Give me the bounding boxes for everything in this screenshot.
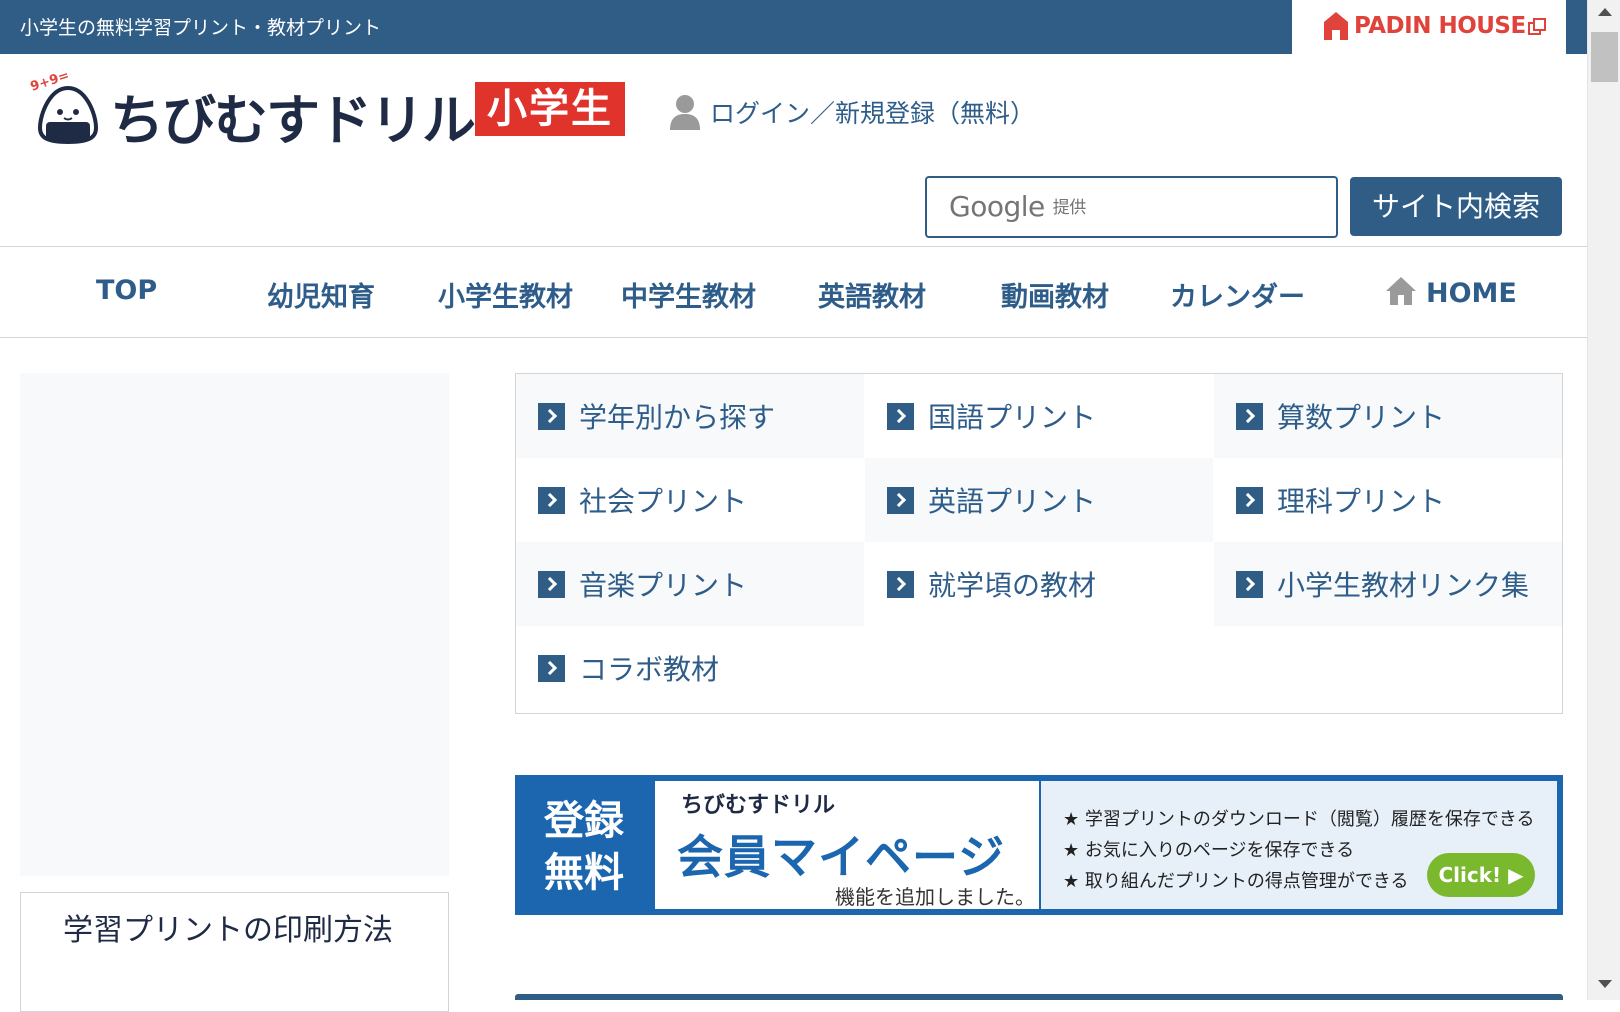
onigiri-mascot-icon <box>37 85 99 144</box>
nav-junior-high[interactable]: 中学生教材 <box>621 275 756 314</box>
logo-badge: 小学生 <box>475 82 625 136</box>
member-mypage-banner[interactable]: 登録 無料 ちびむすドリル 会員マイページ 機能を追加しました。 ★ 学習プリン… <box>515 775 1563 915</box>
banner-feature-3: ★ 取り組んだプリントの得点管理ができる <box>1063 871 1409 892</box>
advertisement-area <box>20 373 449 876</box>
site-tagline: 小学生の無料学習プリント・教材プリント <box>20 17 382 39</box>
banner-feature-1: ★ 学習プリントのダウンロード（閲覧）履歴を保存できる <box>1063 809 1535 830</box>
main-navigation: TOP 幼児知育 小学生教材 中学生教材 英語教材 動画教材 カレンダー HOM… <box>0 246 1587 338</box>
logo-name-text: ちびむすドリル <box>110 89 476 152</box>
site-logo[interactable]: 9+9= ちびむすドリル 小学生 <box>29 68 630 152</box>
house-logo-icon <box>1324 12 1348 40</box>
banner-free-registration: 登録 無料 <box>544 798 624 896</box>
nav-english[interactable]: 英語教材 <box>818 275 926 314</box>
chevron-right-icon <box>538 570 565 598</box>
banner-logo: ちびむすドリル <box>681 793 836 818</box>
banner-title: 会員マイページ <box>677 830 1006 884</box>
section-header-edge <box>515 994 1563 1000</box>
user-icon <box>670 95 700 130</box>
scroll-thumb[interactable] <box>1591 32 1618 82</box>
banner-click-button[interactable]: Click! ▶ <box>1427 853 1535 897</box>
chevron-right-icon <box>1236 402 1263 430</box>
external-link-icon <box>1528 18 1546 35</box>
link-social-studies[interactable]: 社会プリント <box>516 458 864 542</box>
link-japanese[interactable]: 国語プリント <box>865 374 1213 458</box>
banner-feature-2: ★ お気に入りのページを保存できる <box>1063 840 1355 861</box>
chevron-right-icon <box>887 486 914 514</box>
chevron-right-icon <box>887 402 914 430</box>
link-english[interactable]: 英語プリント <box>865 458 1213 542</box>
link-preschool[interactable]: 就学頃の教材 <box>865 542 1213 626</box>
nav-top[interactable]: TOP <box>96 275 157 306</box>
category-link-grid: 学年別から探す 国語プリント 算数プリント 社会プリント 英語プリント 理科プリ… <box>515 373 1563 714</box>
padin-house-label: PADIN HOUSE <box>1354 13 1526 39</box>
google-branding: Google 提供 <box>949 190 1086 223</box>
nav-elementary[interactable]: 小学生教材 <box>438 275 573 314</box>
link-resources[interactable]: 小学生教材リンク集 <box>1214 542 1562 626</box>
chevron-right-icon <box>538 654 565 682</box>
login-register-link[interactable]: ログイン／新規登録（無料） <box>668 92 1035 132</box>
nav-calendar[interactable]: カレンダー <box>1170 275 1305 314</box>
link-science[interactable]: 理科プリント <box>1214 458 1562 542</box>
top-strip: 小学生の無料学習プリント・教材プリント PADIN HOUSE <box>0 0 1587 54</box>
chevron-right-icon <box>1236 570 1263 598</box>
banner-title-area: ちびむすドリル 会員マイページ 機能を追加しました。 <box>655 781 1039 909</box>
login-register-label: ログイン／新規登録（無料） <box>710 99 1036 128</box>
nav-video[interactable]: 動画教材 <box>1001 275 1109 314</box>
nav-infant[interactable]: 幼児知育 <box>267 275 375 314</box>
site-search-button[interactable]: サイト内検索 <box>1350 177 1562 236</box>
chevron-right-icon <box>538 402 565 430</box>
banner-features: ★ 学習プリントのダウンロード（閲覧）履歴を保存できる ★ お気に入りのページを… <box>1041 781 1557 909</box>
print-method-box[interactable]: 学習プリントの印刷方法 <box>20 892 449 1012</box>
link-collab[interactable]: コラボ教材 <box>516 626 864 710</box>
home-icon <box>1386 277 1416 305</box>
print-method-title: 学習プリントの印刷方法 <box>63 913 393 948</box>
vertical-scrollbar[interactable] <box>1587 0 1620 1000</box>
nav-home[interactable]: HOME <box>1384 275 1517 309</box>
chevron-right-icon <box>887 570 914 598</box>
link-music[interactable]: 音楽プリント <box>516 542 864 626</box>
link-math[interactable]: 算数プリント <box>1214 374 1562 458</box>
link-by-grade[interactable]: 学年別から探す <box>516 374 864 458</box>
banner-subtitle: 機能を追加しました。 <box>835 885 1035 909</box>
scroll-up-arrow-icon[interactable] <box>1598 8 1612 16</box>
scroll-down-arrow-icon[interactable] <box>1598 980 1612 988</box>
chevron-right-icon <box>538 486 565 514</box>
padin-house-link[interactable]: PADIN HOUSE <box>1292 0 1566 54</box>
nav-home-label: HOME <box>1426 278 1517 309</box>
chevron-right-icon <box>1236 486 1263 514</box>
site-search-input[interactable]: Google 提供 <box>925 176 1338 238</box>
